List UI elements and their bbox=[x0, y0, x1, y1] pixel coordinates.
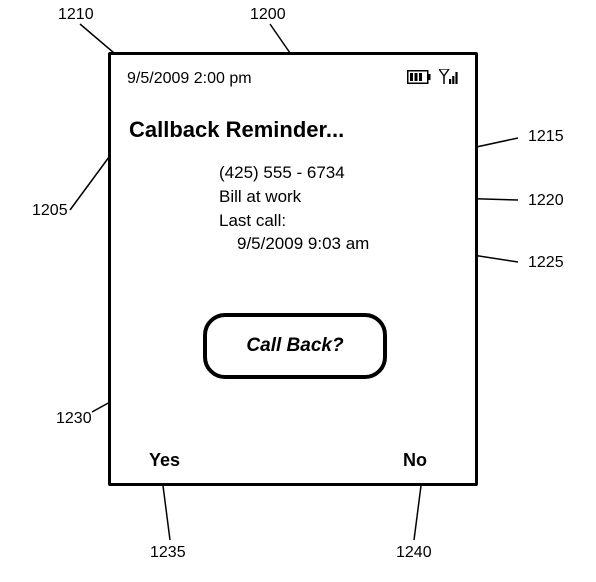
ref-1240: 1240 bbox=[396, 544, 432, 562]
callback-info: (425) 555 - 6734 Bill at work Last call:… bbox=[219, 161, 369, 256]
ref-1220: 1220 bbox=[528, 192, 564, 210]
call-back-button[interactable]: Call Back? bbox=[203, 313, 387, 379]
contact-name: Bill at work bbox=[219, 185, 369, 209]
signal-icon bbox=[439, 69, 459, 90]
softkey-no[interactable]: No bbox=[403, 450, 427, 471]
status-bar: 9/5/2009 2:00 pm bbox=[127, 67, 459, 91]
ref-1230: 1230 bbox=[56, 410, 92, 428]
phone-number: (425) 555 - 6734 bbox=[219, 161, 369, 185]
softkey-yes[interactable]: Yes bbox=[149, 450, 180, 471]
ref-1200: 1200 bbox=[250, 6, 286, 24]
ref-1210: 1210 bbox=[58, 6, 94, 24]
last-call-label: Last call: bbox=[219, 209, 369, 233]
battery-icon bbox=[407, 70, 431, 89]
last-call-time: 9/5/2009 9:03 am bbox=[219, 232, 369, 256]
status-datetime: 9/5/2009 2:00 pm bbox=[127, 70, 252, 88]
page-title: Callback Reminder... bbox=[129, 117, 344, 143]
device-screen: 9/5/2009 2:00 pm bbox=[108, 52, 478, 486]
ref-1215: 1215 bbox=[528, 128, 564, 146]
ref-1205: 1205 bbox=[32, 202, 68, 220]
ref-1235: 1235 bbox=[150, 544, 186, 562]
ref-1225: 1225 bbox=[528, 254, 564, 272]
call-back-label: Call Back? bbox=[246, 335, 343, 357]
